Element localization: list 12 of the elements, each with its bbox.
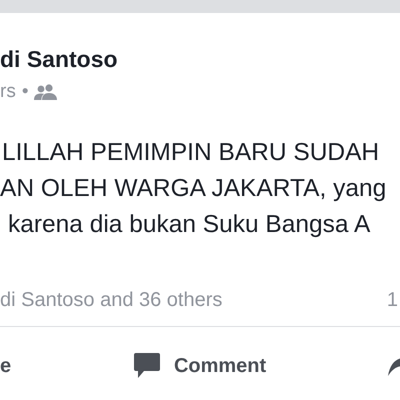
- friends-icon: [34, 84, 58, 100]
- post-text-line: karena dia bukan Suku Bangsa A: [7, 210, 372, 240]
- like-button[interactable]: e: [0, 354, 12, 378]
- comment-icon: [132, 352, 161, 380]
- post-text-line: AN OLEH WARGA JAKARTA, yang: [0, 174, 388, 204]
- comment-button[interactable]: Comment: [132, 352, 266, 380]
- post-text-line: LILLAH PEMIMPIN BARU SUDAH: [1, 138, 380, 168]
- separator-dot: •: [22, 81, 28, 103]
- share-button[interactable]: [388, 356, 400, 376]
- author-name[interactable]: di Santoso: [0, 45, 400, 73]
- share-arrow-icon: [388, 356, 400, 376]
- post-time: rs: [0, 81, 16, 103]
